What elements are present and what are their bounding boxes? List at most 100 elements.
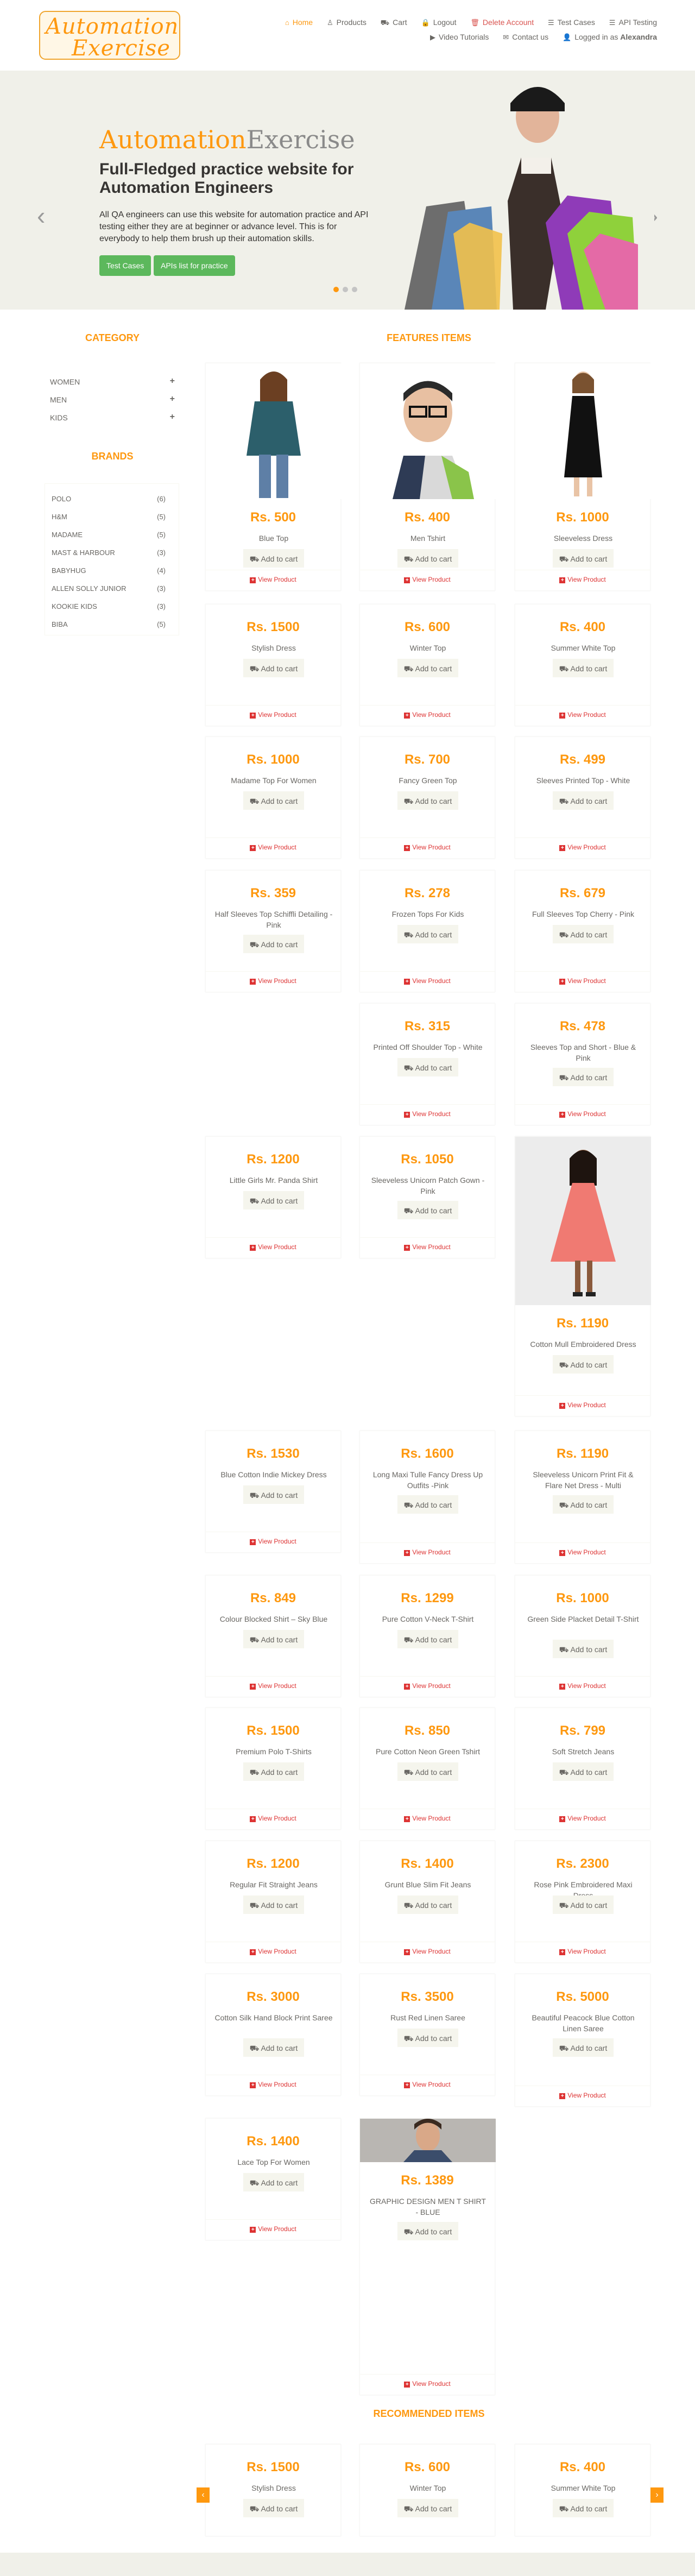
view-product-link[interactable]: + View Product [206,2075,340,2093]
view-product-link[interactable]: + View Product [206,705,340,723]
category-item-kids[interactable]: Kids + [50,412,175,422]
carousel-prev-icon[interactable]: ‹ [197,2487,210,2503]
view-product-link[interactable]: + View Product [360,1809,495,1827]
carousel-next-icon[interactable]: › [650,2487,664,2503]
nav-logged-in[interactable]: 👤 Logged in as Alexandra [563,30,657,45]
brand-item[interactable]: Allen Solly Junior (3) [52,584,166,593]
add-to-cart-button[interactable]: ⛟ Add to cart [397,791,458,810]
add-to-cart-button[interactable]: ⛟ Add to cart [397,1895,458,1914]
apis-list-button[interactable]: APIs list for practice [154,255,235,276]
add-to-cart-button[interactable]: ⛟ Add to cart [397,659,458,677]
view-product-link[interactable]: + View Product [360,1104,495,1123]
view-product-link[interactable]: + View Product [360,2374,495,2392]
view-product-link[interactable]: + View Product [360,570,495,588]
view-product-link[interactable]: + View Product [206,837,340,856]
view-product-link[interactable]: + View Product [206,1942,340,1960]
category-item-women[interactable]: Women + [50,376,175,386]
view-product-link[interactable]: + View Product [515,1395,650,1414]
view-product-link[interactable]: + View Product [515,1542,650,1561]
nav-home[interactable]: ⌂ Home [285,15,313,30]
view-product-link[interactable]: + View Product [360,1237,495,1256]
category-item-men[interactable]: Men + [50,394,175,404]
plus-icon[interactable]: + [170,376,175,386]
view-product-link[interactable]: + View Product [206,1237,340,1256]
slider-dot[interactable] [333,287,339,292]
add-to-cart-button[interactable]: ⛟ Add to cart [243,549,304,568]
view-product-link[interactable]: + View Product [360,2075,495,2093]
view-product-link[interactable]: + View Product [360,971,495,990]
view-product-link[interactable]: + View Product [206,570,340,588]
view-product-link[interactable]: + View Product [515,1809,650,1827]
add-to-cart-button[interactable]: ⛟ Add to cart [243,1895,304,1914]
add-to-cart-button[interactable]: ⛟ Add to cart [397,1630,458,1648]
plus-icon[interactable]: + [170,412,175,422]
add-to-cart-button[interactable]: ⛟ Add to cart [243,2173,304,2191]
add-to-cart-button[interactable]: ⛟ Add to cart [397,1495,458,1514]
view-product-link[interactable]: + View Product [360,1676,495,1695]
view-product-link[interactable]: + View Product [515,1104,650,1123]
view-product-link[interactable]: + View Product [360,1542,495,1561]
view-product-link[interactable]: + View Product [515,705,650,723]
plus-icon[interactable]: + [170,394,175,404]
view-product-link[interactable]: + View Product [206,1676,340,1695]
add-to-cart-button[interactable]: ⛟ Add to cart [243,2038,304,2057]
brand-item[interactable]: Madame (5) [52,531,166,539]
add-to-cart-button[interactable]: ⛟ Add to cart [243,1630,304,1648]
view-product-link[interactable]: + View Product [360,705,495,723]
add-to-cart-button[interactable]: ⛟ Add to cart [553,1068,614,1086]
add-to-cart-button[interactable]: ⛟ Add to cart [553,1895,614,1914]
view-product-link[interactable]: + View Product [515,837,650,856]
view-product-link[interactable]: + View Product [515,971,650,990]
add-to-cart-button[interactable]: ⛟ Add to cart [243,1762,304,1781]
add-to-cart-button[interactable]: ⛟ Add to cart [553,2038,614,2057]
view-product-link[interactable]: + View Product [206,971,340,990]
nav-cart[interactable]: ⛟ Cart [381,15,407,30]
brand-item[interactable]: Biba (5) [52,620,166,628]
add-to-cart-button[interactable]: ⛟ Add to cart [553,791,614,810]
view-product-link[interactable]: + View Product [206,1809,340,1827]
add-to-cart-button[interactable]: ⛟ Add to cart [397,2222,458,2240]
add-to-cart-button[interactable]: ⛟ Add to cart [243,2499,304,2517]
add-to-cart-button[interactable]: ⛟ Add to cart [553,549,614,568]
add-to-cart-button[interactable]: ⛟ Add to cart [243,1485,304,1504]
view-product-link[interactable]: + View Product [515,1942,650,1960]
brand-item[interactable]: Kookie Kids (3) [52,602,166,610]
slider-prev-icon[interactable]: ‹ [37,201,45,230]
add-to-cart-button[interactable]: ⛟ Add to cart [397,549,458,568]
nav-logout[interactable]: 🔒 Logout [421,15,457,30]
add-to-cart-button[interactable]: ⛟ Add to cart [553,1762,614,1781]
add-to-cart-button[interactable]: ⛟ Add to cart [397,1058,458,1076]
nav-products[interactable]: ♙ Products [327,15,367,30]
view-product-link[interactable]: + View Product [360,837,495,856]
add-to-cart-button[interactable]: ⛟ Add to cart [553,1640,614,1658]
slider-dot[interactable] [352,287,357,292]
add-to-cart-button[interactable]: ⛟ Add to cart [397,1762,458,1781]
add-to-cart-button[interactable]: ⛟ Add to cart [397,2499,458,2517]
brand-item[interactable]: Polo (6) [52,495,166,503]
brand-item[interactable]: H&M (5) [52,513,166,521]
site-logo[interactable]: Automation Exercise [39,11,180,61]
add-to-cart-button[interactable]: ⛟ Add to cart [397,1201,458,1219]
view-product-link[interactable]: + View Product [360,1942,495,1960]
brand-item[interactable]: Babyhug (4) [52,566,166,575]
add-to-cart-button[interactable]: ⛟ Add to cart [553,2499,614,2517]
test-cases-button[interactable]: Test Cases [99,255,151,276]
add-to-cart-button[interactable]: ⛟ Add to cart [397,925,458,943]
slider-dot[interactable] [343,287,348,292]
brand-item[interactable]: Mast & Harbour (3) [52,549,166,557]
nav-delete-account[interactable]: 🗑 Delete Account [470,15,534,30]
add-to-cart-button[interactable]: ⛟ Add to cart [397,2029,458,2047]
nav-contact-us[interactable]: ✉ Contact us [503,30,548,45]
add-to-cart-button[interactable]: ⛟ Add to cart [553,925,614,943]
view-product-link[interactable]: + View Product [206,2219,340,2238]
add-to-cart-button[interactable]: ⛟ Add to cart [553,659,614,677]
add-to-cart-button[interactable]: ⛟ Add to cart [243,935,304,953]
add-to-cart-button[interactable]: ⛟ Add to cart [243,791,304,810]
add-to-cart-button[interactable]: ⛟ Add to cart [553,1355,614,1374]
nav-test-cases[interactable]: ☰ Test Cases [548,15,595,30]
nav-api-testing[interactable]: ☰ API Testing [609,15,657,30]
view-product-link[interactable]: + View Product [515,2086,650,2104]
add-to-cart-button[interactable]: ⛟ Add to cart [243,1191,304,1210]
add-to-cart-button[interactable]: ⛟ Add to cart [553,1495,614,1514]
nav-video-tutorials[interactable]: ▶ Video Tutorials [430,30,489,45]
